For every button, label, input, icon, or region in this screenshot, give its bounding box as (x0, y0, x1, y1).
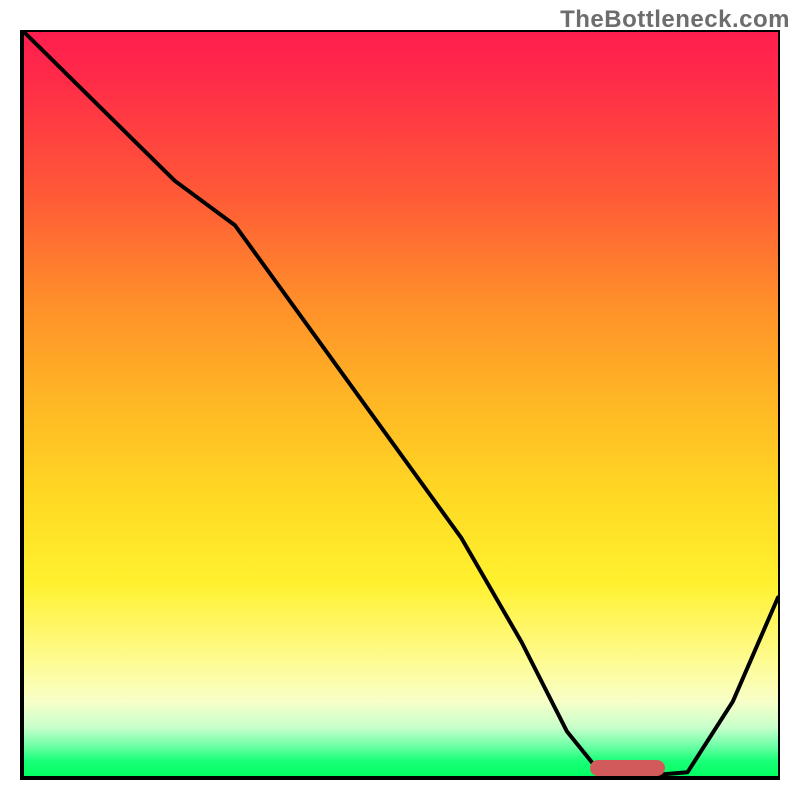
frame-right (778, 30, 780, 780)
plot-area (20, 30, 780, 780)
axis-bottom (20, 776, 780, 780)
watermark-label: TheBottleneck.com (560, 6, 790, 34)
optimal-range-marker (590, 760, 665, 776)
bottleneck-curve-path (24, 32, 778, 776)
curve-layer (24, 32, 778, 776)
axis-left (20, 30, 24, 780)
bottleneck-chart: TheBottleneck.com (0, 0, 800, 800)
